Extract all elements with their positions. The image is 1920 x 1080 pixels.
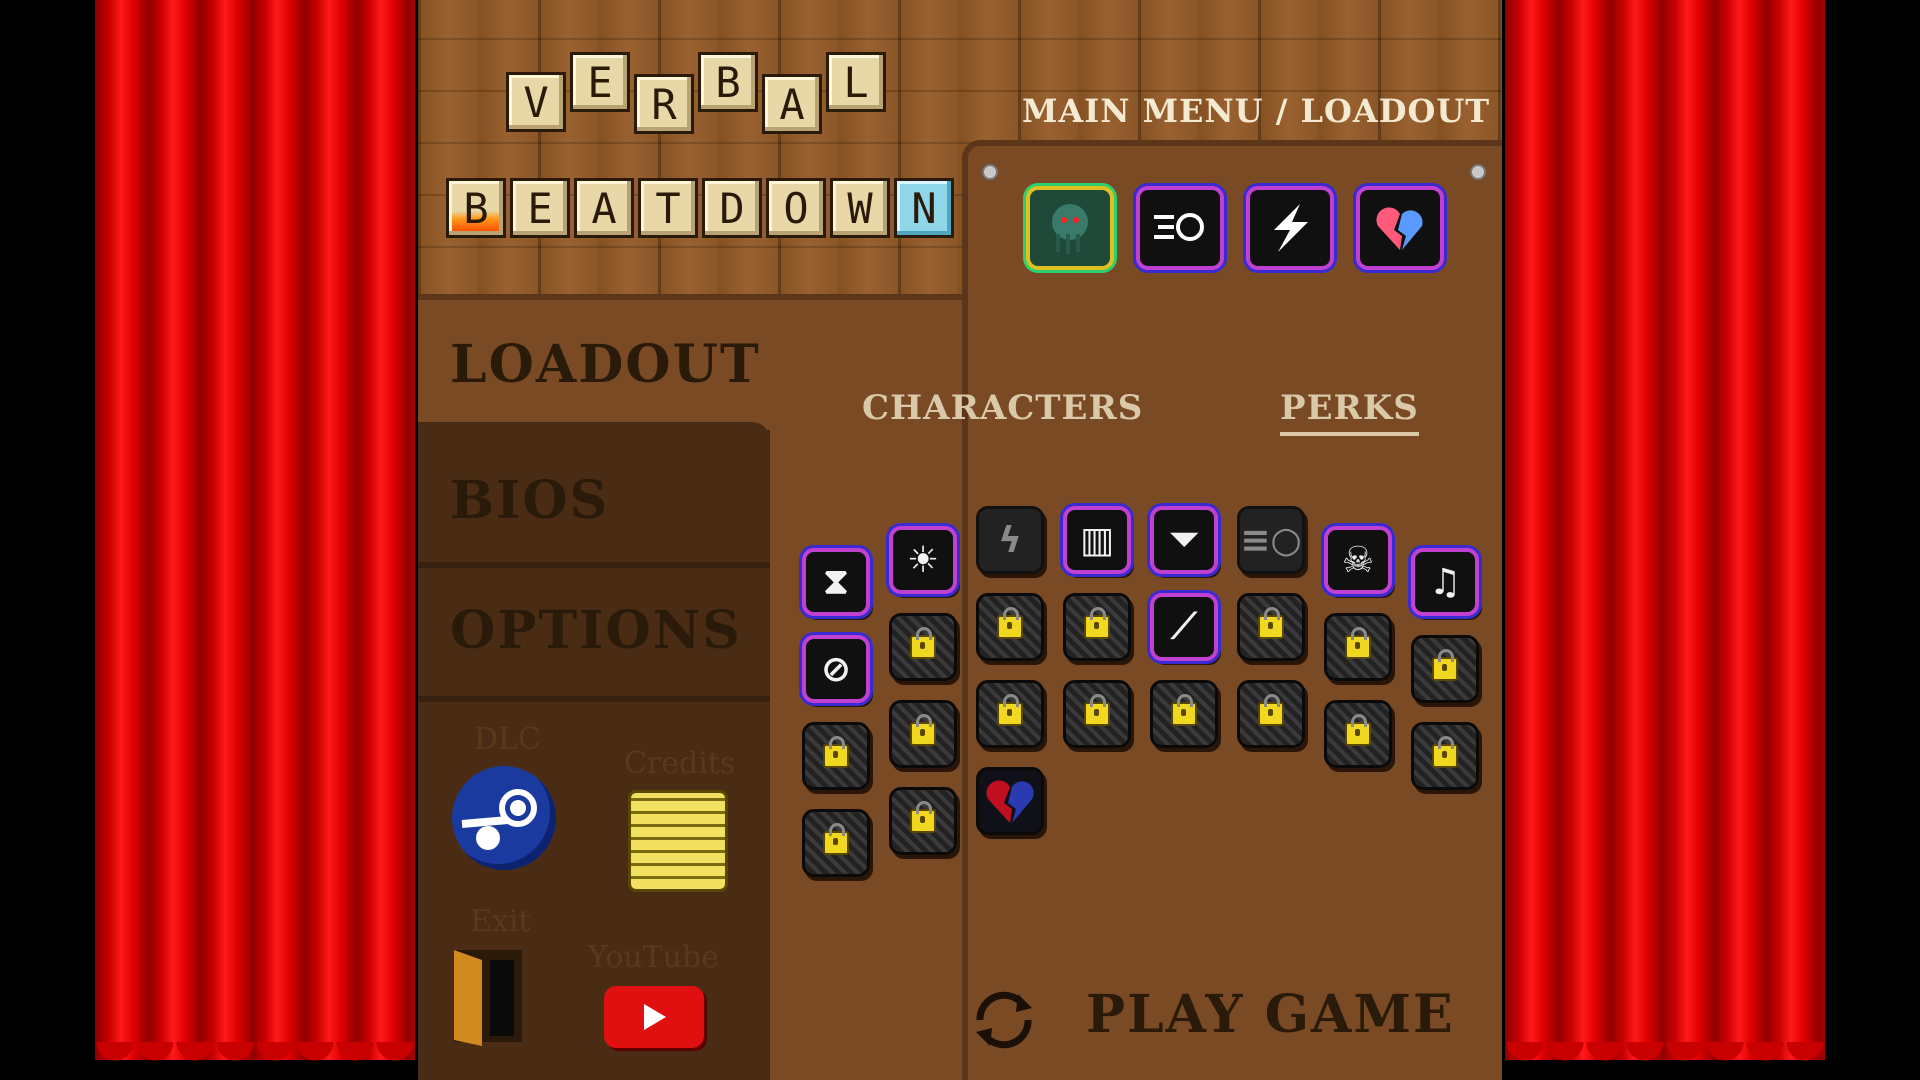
perk-grid: ⧗ ☀ ϟ ▥ ⏷ ≡○ ☠ ♫ ⊘ ⟋ (418, 0, 1502, 1080)
perk-slot-speed-bubble[interactable]: ≡○ (1237, 506, 1305, 574)
lock-icon (1258, 694, 1284, 726)
perk-slot-locked[interactable] (1324, 613, 1392, 681)
lock-icon (1345, 714, 1371, 746)
lock-icon (1084, 694, 1110, 726)
perk-slot-music-note[interactable]: ♫ (1411, 548, 1479, 616)
perk-slot-locked[interactable] (976, 593, 1044, 661)
lock-icon (1084, 607, 1110, 639)
perk-slot-lightning[interactable]: ϟ (976, 506, 1044, 574)
perk-slot-locked[interactable] (802, 809, 870, 877)
play-game-button[interactable]: PLAY GAME (1086, 984, 1455, 1045)
no-sword-icon: ⊘ (820, 648, 852, 690)
perk-slot-locked[interactable] (1411, 635, 1479, 703)
lock-icon (1345, 627, 1371, 659)
skull-icon: ☠ (1341, 539, 1375, 581)
perk-slot-broken-heart[interactable] (976, 767, 1044, 835)
lock-icon (910, 627, 936, 659)
hourglass-icon: ⧗ (823, 561, 849, 602)
perk-slot-locked[interactable] (802, 722, 870, 790)
lock-icon (1258, 607, 1284, 639)
perk-slot-funnel[interactable]: ⏷ (1150, 506, 1218, 574)
perk-slot-locked[interactable] (889, 700, 957, 768)
curtain-right (1505, 0, 1825, 1078)
music-note-icon: ♫ (1428, 561, 1462, 603)
lock-icon (1432, 736, 1458, 768)
refresh-button[interactable] (966, 982, 1042, 1058)
perk-slot-skull[interactable]: ☠ (1324, 526, 1392, 594)
curtain-left (95, 0, 415, 1078)
perk-slot-locked[interactable] (1411, 722, 1479, 790)
perk-slot-barrier[interactable]: ▥ (1063, 506, 1131, 574)
speed-bubble-icon: ≡○ (1240, 519, 1302, 561)
perk-slot-locked[interactable] (889, 613, 957, 681)
perk-slot-sun[interactable]: ☀ (889, 526, 957, 594)
perk-slot-locked[interactable] (976, 680, 1044, 748)
lock-icon (1171, 694, 1197, 726)
perk-slot-locked[interactable] (1150, 680, 1218, 748)
lock-icon (910, 714, 936, 746)
stage: V E R B A L B E A T D O W N MAIN MENU / … (418, 0, 1502, 1080)
barrier-icon: ▥ (1079, 519, 1114, 561)
perk-slot-no-sword[interactable]: ⊘ (802, 635, 870, 703)
lock-icon (997, 607, 1023, 639)
perk-slot-locked[interactable] (1237, 680, 1305, 748)
refresh-icon (976, 991, 1032, 1049)
broken-heart-icon (986, 780, 1034, 823)
perk-slot-locked[interactable] (1063, 593, 1131, 661)
sun-icon: ☀ (906, 539, 940, 581)
lightning-icon: ϟ (998, 519, 1022, 561)
slash-icon: ⟋ (1171, 606, 1197, 647)
funnel-icon: ⏷ (1169, 519, 1199, 560)
lock-icon (1432, 649, 1458, 681)
lock-icon (823, 823, 849, 855)
perk-slot-slash[interactable]: ⟋ (1150, 593, 1218, 661)
perk-slot-locked[interactable] (889, 787, 957, 855)
perk-slot-hourglass[interactable]: ⧗ (802, 548, 870, 616)
lock-icon (997, 694, 1023, 726)
lock-icon (910, 801, 936, 833)
perk-slot-locked[interactable] (1237, 593, 1305, 661)
perk-slot-locked[interactable] (1324, 700, 1392, 768)
perk-slot-locked[interactable] (1063, 680, 1131, 748)
lock-icon (823, 736, 849, 768)
